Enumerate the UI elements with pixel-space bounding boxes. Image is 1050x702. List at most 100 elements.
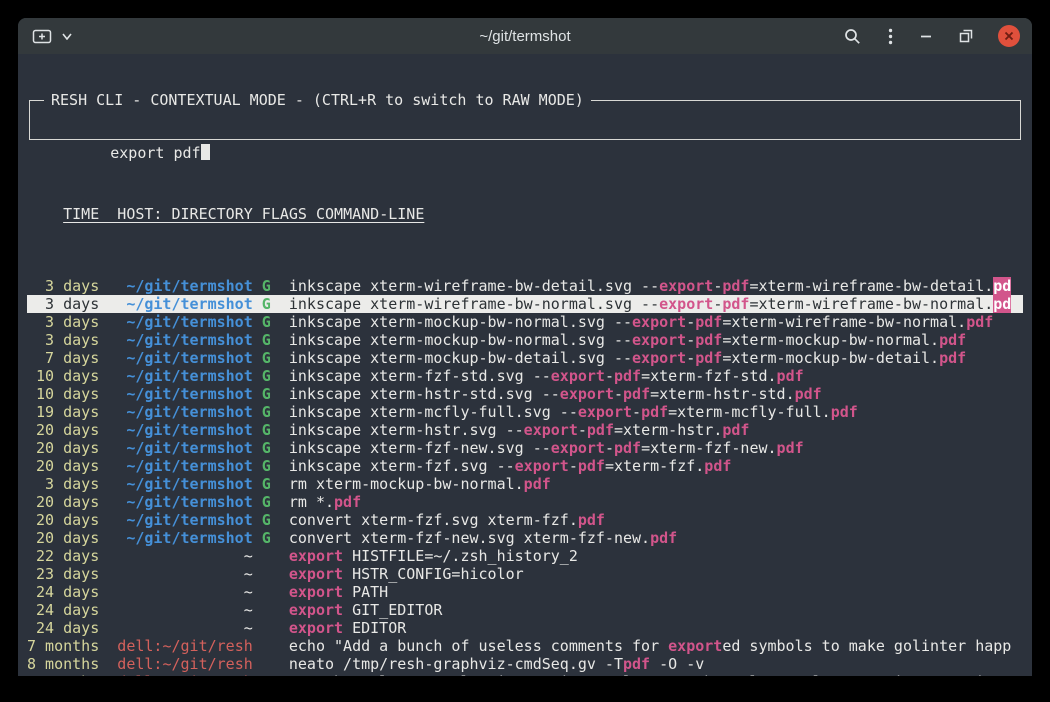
new-tab-button[interactable]: [30, 26, 54, 47]
command-text: =xterm-hstr-std.: [650, 385, 795, 403]
command-text: inkscape xterm-mockup-bw-detail.svg --: [289, 349, 632, 367]
row-command: export HSTR_CONFIG=hicolor: [289, 565, 524, 583]
row-command: inkscape xterm-mcfly-full.svg --export-p…: [289, 403, 858, 421]
command-text: inkscape xterm-hstr-std.svg --: [289, 385, 560, 403]
row-flags: G: [262, 403, 271, 421]
command-text: neato /tmp/resh-graphviz-cmdSeq.gv -T: [289, 655, 623, 673]
terminal-content: RESH CLI - CONTEXTUAL MODE - (CTRL+R to …: [18, 54, 1032, 676]
row-flags: G: [262, 349, 271, 367]
search-match: export: [551, 439, 605, 457]
row-location: ~: [117, 565, 252, 583]
history-row[interactable]: 3 days ~/git/termshot G rm xterm-mockup-…: [27, 475, 1023, 493]
history-row[interactable]: 24 days ~ export GIT_EDITOR: [27, 601, 1023, 619]
titlebar[interactable]: ~/git/termshot: [18, 18, 1032, 54]
row-command: inkscape xterm-fzf-new.svg --export-pdf=…: [289, 439, 804, 457]
row-time: 20 days: [27, 529, 99, 547]
text-cursor: [201, 144, 210, 160]
row-command: inkscape xterm-wireframe-bw-detail.svg -…: [289, 277, 1011, 295]
history-row[interactable]: 19 days ~/git/termshot G inkscape xterm-…: [27, 403, 1023, 421]
search-match: pdf: [695, 313, 722, 331]
command-text: inkscape xterm-mockup-bw-normal.svg --: [289, 331, 632, 349]
history-row[interactable]: 20 days ~/git/termshot G rm *.pdf: [27, 493, 1023, 511]
row-location: ~: [117, 583, 252, 601]
history-row[interactable]: 20 days ~/git/termshot G convert xterm-f…: [27, 529, 1023, 547]
row-location: ~/git/termshot: [117, 529, 252, 547]
search-match: pdf: [722, 277, 749, 295]
command-text: inkscape xterm-fzf.svg --: [289, 457, 515, 475]
row-command: neato /tmp/resh-graphviz-cmdSeq.gv -Tpdf…: [289, 655, 704, 673]
search-match: pdf: [795, 385, 822, 403]
command-text: -: [632, 403, 641, 421]
search-match: pdf: [695, 331, 722, 349]
search-query[interactable]: export pdf: [110, 144, 200, 162]
titlebar-right-group: [842, 25, 1020, 47]
row-flags: G: [262, 475, 271, 493]
header-text: TIME HOST: DIRECTORY FLAGS COMMAND-LINE: [63, 205, 424, 223]
history-row[interactable]: 24 days ~ export EDITOR: [27, 619, 1023, 637]
command-text: =xterm-wireframe-bw-detail.: [749, 277, 993, 295]
row-command: ./resh-evaluate --plotting-script evalua…: [289, 673, 1011, 676]
command-text: GIT_EDITOR: [343, 601, 442, 619]
screen: ~/git/termshot: [0, 0, 1050, 702]
tab-dropdown-button[interactable]: [60, 31, 74, 42]
history-row[interactable]: 8 months dell:~/git/resh ./resh-evaluate…: [27, 673, 1023, 676]
row-time: 20 days: [27, 511, 99, 529]
row-flags: G: [262, 295, 271, 313]
history-row[interactable]: 3 days ~/git/termshot G inkscape xterm-w…: [27, 277, 1023, 295]
history-row-selected[interactable]: 3 days ~/git/termshot G inkscape xterm-w…: [27, 295, 1023, 313]
history-row[interactable]: 20 days ~/git/termshot G inkscape xterm-…: [27, 457, 1023, 475]
history-row[interactable]: 23 days ~ export HSTR_CONFIG=hicolor: [27, 565, 1023, 583]
history-row[interactable]: 24 days ~ export PATH: [27, 583, 1023, 601]
search-button[interactable]: [842, 26, 863, 47]
row-command: inkscape xterm-fzf.svg --export-pdf=xter…: [289, 457, 732, 475]
row-location: ~/git/termshot: [117, 457, 252, 475]
row-location: ~/git/termshot: [117, 313, 252, 331]
search-match: export: [632, 349, 686, 367]
row-time: 10 days: [27, 385, 99, 403]
search-match: pdf: [614, 439, 641, 457]
command-text: inkscape xterm-fzf-new.svg --: [289, 439, 551, 457]
row-command: inkscape xterm-mockup-bw-detail.svg --ex…: [289, 349, 966, 367]
row-flags: G: [262, 529, 271, 547]
command-text: convert xterm-fzf-new.svg xterm-fzf-new.: [289, 529, 650, 547]
row-flags: G: [262, 439, 271, 457]
minimize-button[interactable]: [918, 28, 934, 44]
history-row[interactable]: 8 months dell:~/git/resh neato /tmp/resh…: [27, 655, 1023, 673]
history-row[interactable]: 7 months dell:~/git/resh echo "Add a bun…: [27, 637, 1023, 655]
history-row[interactable]: 20 days ~/git/termshot G convert xterm-f…: [27, 511, 1023, 529]
search-match: pdf: [623, 385, 650, 403]
history-row[interactable]: 20 days ~/git/termshot G inkscape xterm-…: [27, 421, 1023, 439]
minimize-icon: [920, 30, 932, 42]
history-row[interactable]: 7 days ~/git/termshot G inkscape xterm-m…: [27, 349, 1023, 367]
restore-button[interactable]: [957, 27, 975, 45]
command-text: =xterm-mockup-bw-normal.: [722, 331, 939, 349]
menu-button[interactable]: [886, 26, 895, 47]
search-match: export: [668, 637, 722, 655]
history-row[interactable]: 3 days ~/git/termshot G inkscape xterm-m…: [27, 313, 1023, 331]
command-text: =xterm-fzf-new.: [641, 439, 776, 457]
history-row[interactable]: 10 days ~/git/termshot G inkscape xterm-…: [27, 367, 1023, 385]
row-command: inkscape xterm-fzf-std.svg --export-pdf=…: [289, 367, 804, 385]
history-row[interactable]: 3 days ~/git/termshot G inkscape xterm-m…: [27, 331, 1023, 349]
row-location: ~/git/termshot: [117, 349, 252, 367]
terminal-window: ~/git/termshot: [18, 18, 1032, 676]
row-command: export EDITOR: [289, 619, 406, 637]
search-match: export: [289, 619, 343, 637]
search-match: pdf: [722, 421, 749, 439]
search-match: pdf: [695, 349, 722, 367]
truncation-marker: pd: [993, 277, 1011, 295]
search-match: export: [632, 313, 686, 331]
command-text: -: [713, 295, 722, 313]
search-match: pdf: [614, 367, 641, 385]
close-button[interactable]: [998, 25, 1020, 47]
truncation-marker: pd: [993, 295, 1011, 313]
history-row[interactable]: 10 days ~/git/termshot G inkscape xterm-…: [27, 385, 1023, 403]
row-location: ~/git/termshot: [117, 385, 252, 403]
search-match: pdf: [334, 493, 361, 511]
history-row[interactable]: 20 days ~/git/termshot G inkscape xterm-…: [27, 439, 1023, 457]
row-location: ~: [117, 601, 252, 619]
search-box[interactable]: RESH CLI - CONTEXTUAL MODE - (CTRL+R to …: [29, 100, 1021, 140]
history-row[interactable]: 22 days ~ export HISTFILE=~/.zsh_history…: [27, 547, 1023, 565]
search-match: pdf: [939, 349, 966, 367]
row-location: ~/git/termshot: [117, 439, 252, 457]
